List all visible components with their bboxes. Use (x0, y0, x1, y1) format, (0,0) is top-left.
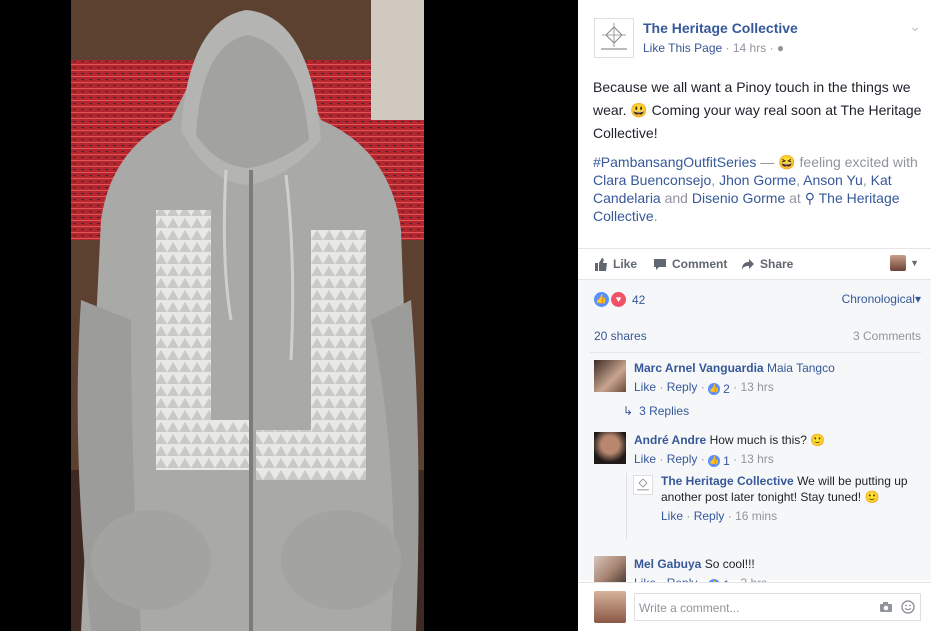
thumbs-up-icon (595, 257, 607, 271)
tagged-person-link[interactable]: Clara Buenconsejo (593, 172, 711, 188)
reply-actions: Like · Reply · 16 mins (661, 508, 919, 524)
location-pin-icon: ⚲ (804, 190, 815, 206)
meta-dot: · (659, 380, 667, 394)
view-replies-link[interactable]: ↳ 3 Replies (623, 404, 689, 418)
photo-viewer: The Heritage Collective Like This Page ·… (0, 0, 931, 631)
reactions-and-comments: 👍 ♥ 42 Chronological▾ 20 shares 3 Commen… (578, 280, 931, 592)
comment-button[interactable]: Comment (653, 257, 727, 271)
hashtag-link[interactable]: #PambansangOutfitSeries (593, 154, 756, 170)
reply-body: The Heritage Collective We will be putti… (661, 473, 919, 524)
comments-count[interactable]: 3 Comments (853, 329, 921, 343)
comment-bubble-icon (654, 258, 666, 270)
comment-time[interactable]: 13 hrs (740, 452, 773, 466)
comment-reply-link[interactable]: Reply (667, 380, 698, 394)
caret-down-icon: ▼ (910, 258, 919, 268)
commenter-avatar[interactable] (594, 432, 626, 464)
reaction-count: 42 (632, 292, 646, 307)
comment-tag-link[interactable]: Maia Tangco (767, 361, 835, 375)
comment-button-label: Comment (672, 257, 728, 271)
comment-author-link[interactable]: Marc Arnel Vanguardia (634, 361, 764, 375)
share-button[interactable]: Share (741, 257, 793, 271)
reply-reply-link[interactable]: Reply (694, 509, 725, 523)
comment-actions: Like · Reply · 👍 2 · 13 hrs (634, 379, 921, 397)
commenter-avatar[interactable] (594, 360, 626, 392)
comment-text: How much is this? 🙂 (709, 433, 826, 447)
meta-dot: · (700, 380, 709, 394)
comment-composer: Write a comment... (578, 582, 931, 631)
share-button-label: Share (760, 257, 794, 271)
photo-stage (0, 0, 578, 631)
reply-author-link[interactable]: The Heritage Collective (661, 474, 794, 488)
meta-dot: · (727, 509, 736, 523)
comment-item: André Andre How much is this? 🙂 Like · R… (594, 432, 921, 472)
meta-dot: · (686, 509, 694, 523)
comment-time[interactable]: 13 hrs (740, 380, 773, 394)
comment-body: André Andre How much is this? 🙂 Like · R… (634, 432, 921, 469)
comment-like-count[interactable]: 👍1 (708, 453, 730, 469)
page-reply: The Heritage Collective We will be putti… (626, 473, 919, 539)
emoji-icon[interactable] (901, 600, 915, 614)
shares-link[interactable]: 20 shares (594, 329, 647, 343)
heritage-logo-icon (601, 23, 627, 50)
reactions-summary[interactable]: 👍 ♥ 42 (594, 292, 645, 307)
comment-input[interactable]: Write a comment... (634, 593, 921, 621)
comment-body: Marc Arnel Vanguardia Maia Tangco Like ·… (634, 360, 921, 397)
comment-order-label: Chronological (841, 292, 915, 306)
like-button-label: Like (613, 257, 638, 271)
comment-order-dropdown[interactable]: Chronological▾ (842, 292, 921, 306)
comment-actions: Like · Reply · 👍 1 · 13 hrs (634, 451, 921, 469)
tagged-person-link[interactable]: Disenio Gorme (692, 190, 785, 206)
post-photo[interactable] (71, 0, 424, 631)
chevron-down-icon[interactable]: ⌄ (909, 18, 921, 35)
view-replies-label: 3 Replies (639, 404, 690, 418)
meta-dot: · (769, 41, 777, 55)
heritage-logo-icon (637, 478, 649, 491)
comment-like-number: 2 (723, 382, 730, 396)
composer-icons (879, 600, 915, 614)
post-header: The Heritage Collective Like This Page ·… (594, 18, 921, 58)
user-avatar (594, 591, 626, 623)
comment-like-link[interactable]: Like (634, 380, 656, 394)
meta-dot: · (725, 41, 733, 55)
reply-time[interactable]: 16 mins (735, 509, 777, 523)
caret-down-icon: ▾ (914, 292, 921, 306)
feeling-text: — 😆 feeling excited with (760, 154, 918, 170)
comment-text: So cool!!! (704, 557, 755, 571)
tagged-person-link[interactable]: Jhon Gorme (719, 172, 796, 188)
share-arrow-icon (742, 258, 754, 270)
comment-author-link[interactable]: Mel Gabuya (634, 557, 701, 571)
comment-like-link[interactable]: Like (634, 452, 656, 466)
post-as-selector[interactable]: ▼ (890, 255, 919, 271)
post-message: Because we all want a Pinoy touch in the… (593, 79, 922, 141)
reply-like-link[interactable]: Like (661, 509, 683, 523)
meta-dot: · (700, 452, 709, 466)
comment-like-number: 1 (723, 454, 730, 468)
post-actions-bar: Like Comment Share ▼ (578, 248, 931, 280)
user-avatar (890, 255, 907, 271)
globe-icon: ● (776, 41, 785, 55)
tagged-person-link[interactable]: Anson Yu (803, 172, 863, 188)
post-tags: #PambansangOutfitSeries — 😆 feeling exci… (593, 154, 918, 224)
love-reaction-icon: ♥ (611, 292, 626, 307)
post-meta: Like This Page · 14 hrs · ● (643, 41, 784, 55)
page-avatar[interactable] (594, 18, 634, 58)
meta-dot: · (659, 452, 667, 466)
post-side-panel: The Heritage Collective Like This Page ·… (578, 0, 931, 631)
post-time[interactable]: 14 hrs (733, 41, 766, 55)
like-button[interactable]: Like (594, 257, 637, 271)
thumbs-up-icon: 👍 (708, 383, 721, 395)
like-reaction-icon: 👍 (594, 292, 609, 307)
page-avatar[interactable] (633, 475, 653, 495)
comment-reply-link[interactable]: Reply (667, 452, 698, 466)
hoodie-photo-image (71, 0, 424, 631)
page-name-link[interactable]: The Heritage Collective (643, 20, 798, 36)
camera-icon[interactable] (879, 600, 893, 614)
reply-arrow-icon: ↳ (623, 404, 634, 418)
thumbs-up-icon: 👍 (708, 455, 721, 467)
like-page-link[interactable]: Like This Page (643, 41, 722, 55)
comment-author-link[interactable]: André Andre (634, 433, 706, 447)
divider (590, 352, 921, 353)
comment-like-count[interactable]: 👍 2 (708, 381, 730, 397)
